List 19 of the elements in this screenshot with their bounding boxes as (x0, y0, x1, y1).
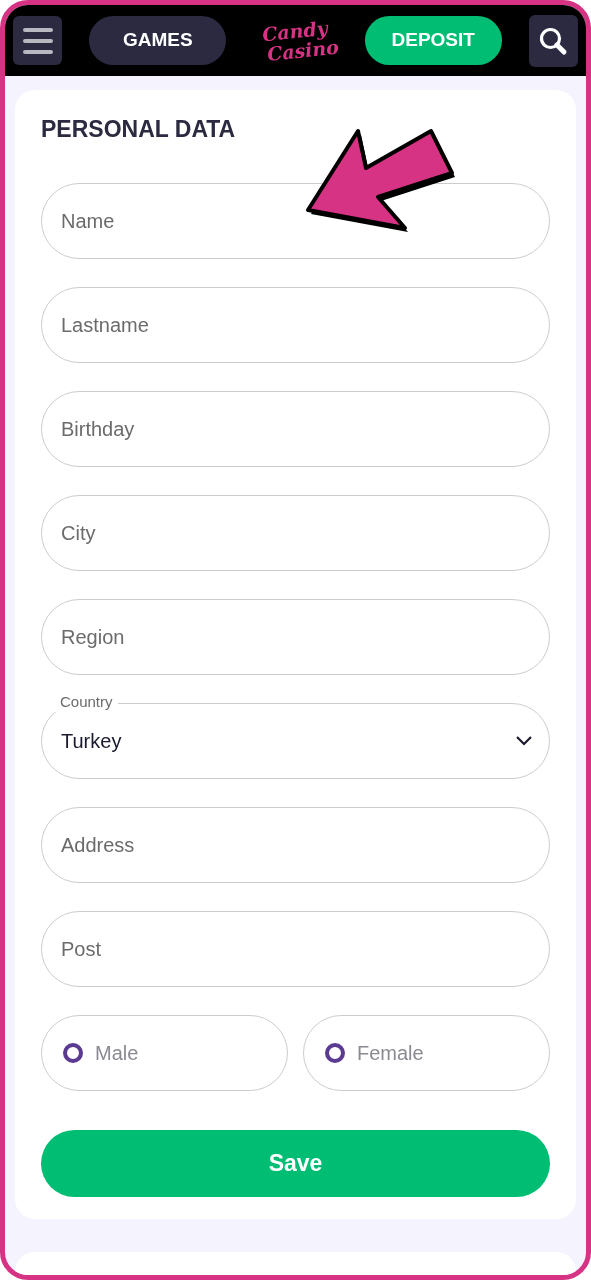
games-button[interactable]: GAMES (89, 16, 227, 65)
gender-radio[interactable]: Female (303, 1015, 550, 1091)
text-input-field[interactable]: Region (41, 599, 550, 675)
radio-icon (325, 1043, 345, 1063)
save-button[interactable]: Save (41, 1130, 550, 1197)
chevron-down-icon (515, 735, 533, 747)
deposit-button[interactable]: DEPOSIT (364, 16, 502, 65)
search-icon[interactable] (528, 14, 578, 67)
text-input-field[interactable]: Lastname (41, 287, 550, 363)
text-input-field[interactable]: Post (41, 911, 550, 987)
logo[interactable]: Candy Casino (251, 16, 340, 65)
text-input-field[interactable]: Birthday (41, 391, 550, 467)
radio-icon (63, 1043, 83, 1063)
text-input-field[interactable]: City (41, 495, 550, 571)
menu-icon[interactable] (13, 16, 62, 65)
text-input-field[interactable]: Address (41, 807, 550, 883)
text-input-field[interactable]: Name (41, 183, 550, 259)
section-title: PERSONAL DATA (41, 116, 237, 142)
gender-radio[interactable]: Male (41, 1015, 288, 1091)
